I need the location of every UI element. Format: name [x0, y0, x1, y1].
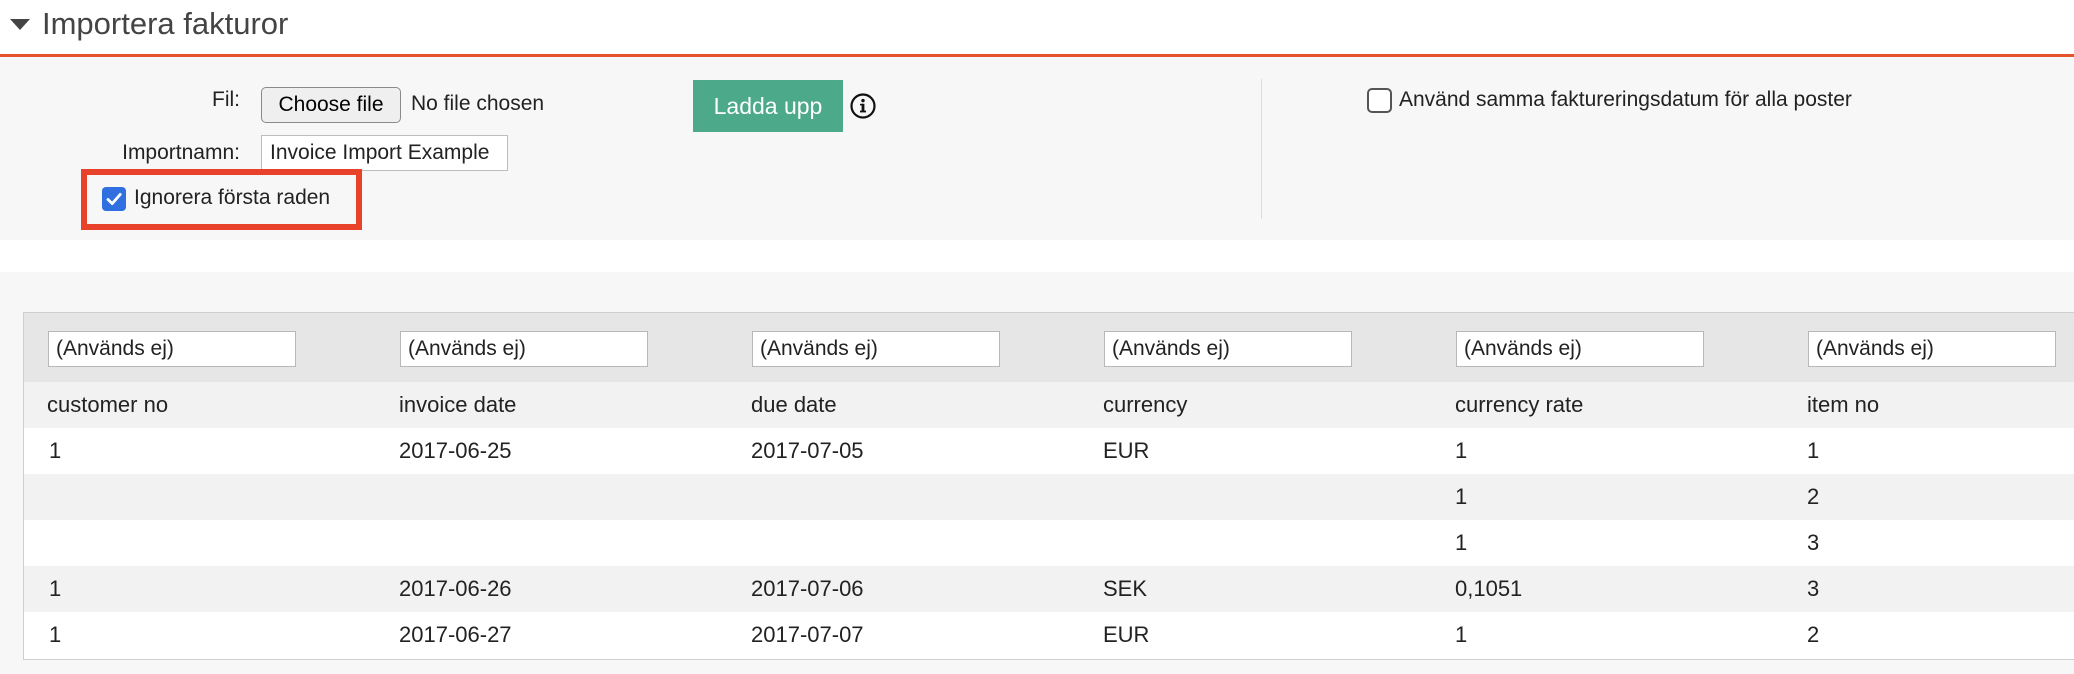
column-mapping-select[interactable]: (Används ej) — [400, 331, 648, 367]
upload-button[interactable]: Ladda upp — [693, 80, 843, 132]
table-cell: EUR — [1103, 622, 1150, 647]
table-cell: 1 — [1455, 622, 1468, 647]
import-name-input[interactable] — [261, 135, 508, 171]
table-cell: 0,1051 — [1455, 576, 1523, 601]
column-mapping-select[interactable]: (Används ej) — [48, 331, 296, 367]
info-icon[interactable] — [850, 93, 876, 119]
column-mapping-select[interactable]: (Används ej) — [752, 331, 1000, 367]
column-header: item no — [1807, 392, 1880, 417]
table-cell: SEK — [1103, 576, 1148, 601]
table-cell: 2017-07-06 — [751, 576, 864, 601]
collapse-caret-icon[interactable] — [10, 19, 30, 30]
import-preview-table: (Används ej) (Används ej) (Används ej) (… — [23, 312, 2074, 660]
table-row: 1 2017-06-27 2017-07-07 EUR 1 2 — [24, 612, 2074, 658]
table-cell: EUR — [1103, 438, 1150, 463]
choose-file-button[interactable]: Choose file — [261, 87, 401, 123]
column-mapping-select[interactable]: (Används ej) — [1456, 331, 1704, 367]
import-name-label: Importnamn: — [122, 141, 240, 164]
spacer — [0, 240, 2074, 272]
table-cell: 2 — [1807, 484, 1820, 509]
table-cell: 2017-06-27 — [399, 622, 512, 647]
table-row: 1 2017-06-26 2017-07-06 SEK 0,1051 3 — [24, 566, 2074, 612]
column-mapping-select[interactable]: (Används ej) — [1808, 331, 2056, 367]
table-row: 1 2 — [24, 474, 2074, 520]
file-status-text: No file chosen — [411, 92, 545, 115]
same-date-checkbox[interactable] — [1367, 88, 1392, 113]
table-cell: 3 — [1807, 576, 1820, 601]
column-mapping-select[interactable]: (Används ej) — [1104, 331, 1352, 367]
same-date-label[interactable]: Använd samma faktureringsdatum för alla … — [1399, 88, 1852, 112]
column-header: due date — [751, 392, 837, 417]
column-header: invoice date — [399, 392, 517, 417]
column-header: customer no — [47, 392, 169, 417]
table-cell: 2017-06-26 — [399, 576, 512, 601]
table-cell: 2 — [1807, 622, 1820, 647]
table-header-row: customer no invoice date due date curren… — [24, 382, 2074, 428]
table-cell: 2017-07-05 — [751, 438, 864, 463]
table-cell: 3 — [1807, 530, 1820, 555]
column-header: currency rate — [1455, 392, 1584, 417]
table-cell: 1 — [1455, 530, 1468, 555]
table-cell: 2017-07-07 — [751, 622, 864, 647]
preview-panel: (Används ej) (Används ej) (Används ej) (… — [0, 272, 2074, 674]
table-row: 1 2017-06-25 2017-07-05 EUR 1 1 — [24, 428, 2074, 474]
table-cell: 1 — [49, 576, 62, 601]
table-cell: 1 — [49, 438, 62, 463]
section-title: Importera fakturor — [42, 6, 289, 41]
table-cell: 1 — [1807, 438, 1820, 463]
import-form-panel: Fil: Choose file No file chosen Ladda up… — [0, 57, 2074, 240]
column-mapping-row: (Används ej) (Används ej) (Används ej) (… — [24, 313, 2074, 382]
ignore-first-row-label[interactable]: Ignorera första raden — [134, 186, 330, 210]
ignore-first-row-checkbox[interactable] — [102, 187, 126, 211]
table-cell: 1 — [49, 622, 62, 647]
vertical-divider — [1261, 79, 1262, 219]
table-cell: 1 — [1455, 484, 1468, 509]
column-header: currency — [1103, 392, 1188, 417]
table-row: 1 3 — [24, 520, 2074, 566]
table-cell: 1 — [1455, 438, 1468, 463]
section-header[interactable]: Importera fakturor — [0, 0, 2074, 57]
file-label: Fil: — [212, 88, 240, 111]
table-cell: 2017-06-25 — [399, 438, 512, 463]
